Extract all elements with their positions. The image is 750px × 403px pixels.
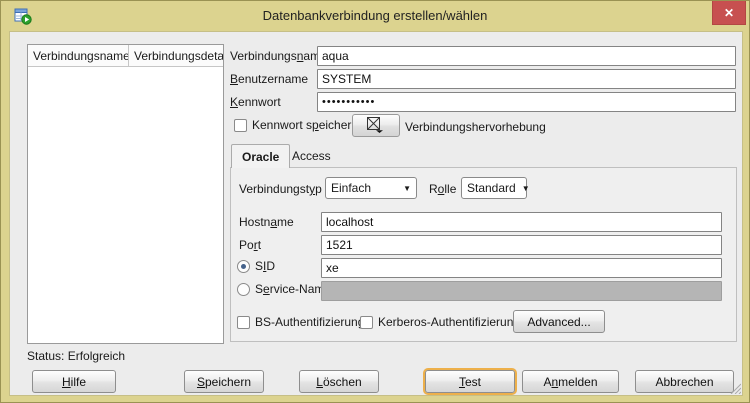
connection-highlight-label: Verbindungshervorhebung [405,120,546,134]
window-title: Datenbankverbindung erstellen/wählen [1,8,749,23]
os-authentication-checkbox[interactable]: BS-Authentifizierung [237,315,364,329]
help-button[interactable]: Hilfe [32,370,116,393]
service-name-radio[interactable]: Service-Name [237,282,331,296]
connection-type-dropdown[interactable]: Einfach ▼ [325,177,417,199]
connection-name-label: Verbindungsname [230,49,327,63]
dialog-content: Verbindungsname Verbindungsdetails Statu… [9,31,743,396]
os-authentication-label: BS-Authentifizierung [255,315,364,329]
advanced-button[interactable]: Advanced... [513,310,605,333]
sid-radio[interactable]: SID [237,259,275,273]
port-input[interactable] [321,235,722,255]
test-button[interactable]: Test [425,370,515,393]
username-input[interactable] [317,69,736,89]
chevron-down-icon: ▼ [403,184,411,193]
port-label: Port [239,238,261,252]
password-input[interactable] [317,92,736,112]
resize-grip[interactable] [728,381,741,394]
service-name-label: Service-Name [255,282,331,296]
hostname-label: Hostname [239,215,294,229]
close-button[interactable]: ✕ [712,1,746,25]
role-label: Rolle [429,182,456,196]
column-header-connection-name[interactable]: Verbindungsname [28,45,129,66]
cancel-button[interactable]: Abbrechen [635,370,734,393]
oracle-tab-panel: Verbindungstyp Einfach ▼ Rolle Standard … [230,167,737,342]
connections-list[interactable]: Verbindungsname Verbindungsdetails [27,44,224,344]
connections-list-header: Verbindungsname Verbindungsdetails [28,45,223,67]
delete-button[interactable]: Löschen [299,370,379,393]
color-swatch-dropdown-icon [365,116,387,136]
title-bar[interactable]: Datenbankverbindung erstellen/wählen ✕ [1,1,749,31]
save-password-label: Kennwort speichern [252,118,358,132]
radio-selected-icon [237,260,250,273]
connection-type-value: Einfach [331,181,371,195]
role-value: Standard [467,181,516,195]
hostname-input[interactable] [321,212,722,232]
username-label: Benutzername [230,72,308,86]
service-name-input [321,281,722,301]
checkbox-icon [234,119,247,132]
connection-color-picker-button[interactable] [352,114,400,137]
tab-access[interactable]: Access [282,144,341,168]
role-dropdown[interactable]: Standard ▼ [461,177,527,199]
connection-name-input[interactable] [317,46,736,66]
kerberos-authentication-checkbox[interactable]: Kerberos-Authentifizierung [360,315,520,329]
checkbox-icon [237,316,250,329]
column-header-connection-details[interactable]: Verbindungsdetails [129,45,223,66]
status-text: Status: Erfolgreich [27,349,125,363]
radio-icon [237,283,250,296]
checkbox-icon [360,316,373,329]
save-password-checkbox[interactable]: Kennwort speichern [234,118,358,132]
dialog-window: Datenbankverbindung erstellen/wählen ✕ V… [0,0,750,403]
chevron-down-icon: ▼ [522,184,530,193]
sid-label: SID [255,259,275,273]
close-icon: ✕ [724,6,734,20]
password-label: Kennwort [230,95,281,109]
save-button[interactable]: Speichern [184,370,264,393]
connect-button[interactable]: Anmelden [522,370,619,393]
tab-oracle[interactable]: Oracle [231,144,290,168]
kerberos-authentication-label: Kerberos-Authentifizierung [378,315,520,329]
connection-type-label: Verbindungstyp [239,182,322,196]
sid-input[interactable] [321,258,722,278]
